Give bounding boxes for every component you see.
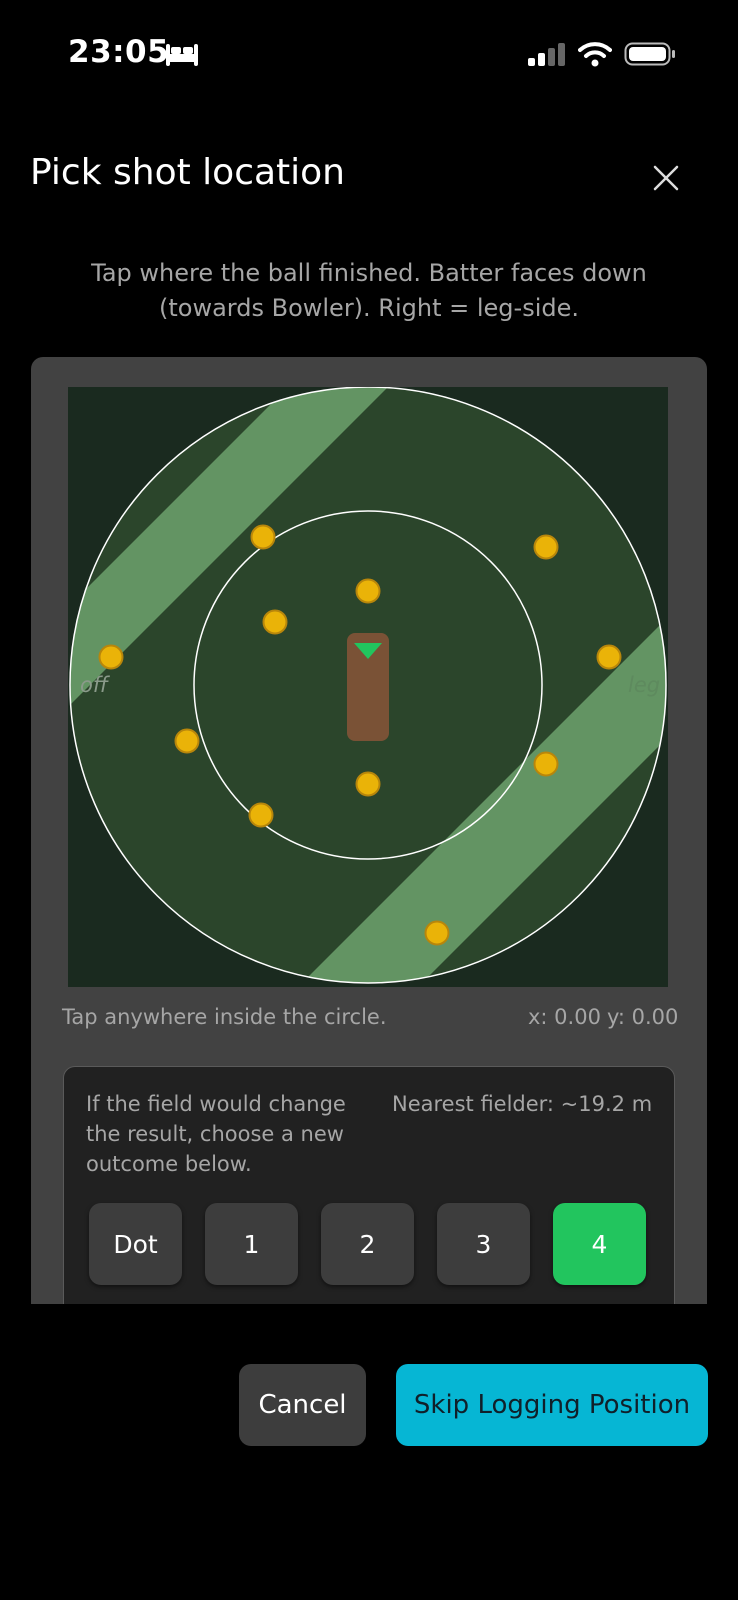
battery-icon [624, 42, 675, 66]
bed-icon [166, 44, 198, 66]
outcome-3-button[interactable]: 3 [437, 1203, 530, 1285]
modal-title: Pick shot location [30, 152, 345, 193]
status-time: 23:05 [68, 34, 170, 70]
skip-logging-position-button[interactable]: Skip Logging Position [396, 1364, 708, 1446]
fielder-marker [98, 644, 124, 670]
fielder-marker [174, 728, 200, 754]
fielder-marker [262, 609, 288, 635]
fielder-marker [250, 524, 276, 550]
outcome-2-button[interactable]: 2 [321, 1203, 414, 1285]
fielder-marker [533, 751, 559, 777]
instructions-text: Tap where the ball finished. Batter face… [91, 259, 647, 322]
fielder-marker [355, 771, 381, 797]
close-icon [653, 165, 679, 191]
cellular-signal-icon [528, 43, 565, 66]
outcome-prompt: If the field would change the result, ch… [86, 1092, 346, 1176]
shot-location-panel: off leg Tap anywhere inside the circle. … [31, 357, 707, 1304]
status-bar: 23:05 [0, 0, 738, 110]
outcome-4-button[interactable]: 4 [553, 1203, 646, 1285]
nearest-fielder-distance: Nearest fielder: ~19.2 m [392, 1092, 653, 1116]
cricket-field-map[interactable]: off leg [68, 387, 668, 987]
fielder-marker [533, 534, 559, 560]
outcome-dot-button[interactable]: Dot [89, 1203, 182, 1285]
fielder-marker [596, 644, 622, 670]
cancel-button[interactable]: Cancel [239, 1364, 366, 1446]
wifi-icon [578, 42, 612, 67]
fielder-marker [248, 802, 274, 828]
fielder-marker [424, 920, 450, 946]
off-side-label: off [80, 673, 111, 697]
outcome-card: If the field would change the result, ch… [63, 1066, 675, 1304]
coord-y-readout: y: 0.00 [607, 1005, 679, 1029]
coord-x-readout: x: 0.00 [528, 1005, 601, 1029]
tap-hint: Tap anywhere inside the circle. [62, 1005, 387, 1029]
close-button[interactable] [644, 156, 688, 200]
leg-side-label: leg [628, 673, 660, 697]
outcome-options: Dot 1 2 3 4 [89, 1203, 646, 1285]
fielder-marker [355, 578, 381, 604]
outcome-1-button[interactable]: 1 [205, 1203, 298, 1285]
